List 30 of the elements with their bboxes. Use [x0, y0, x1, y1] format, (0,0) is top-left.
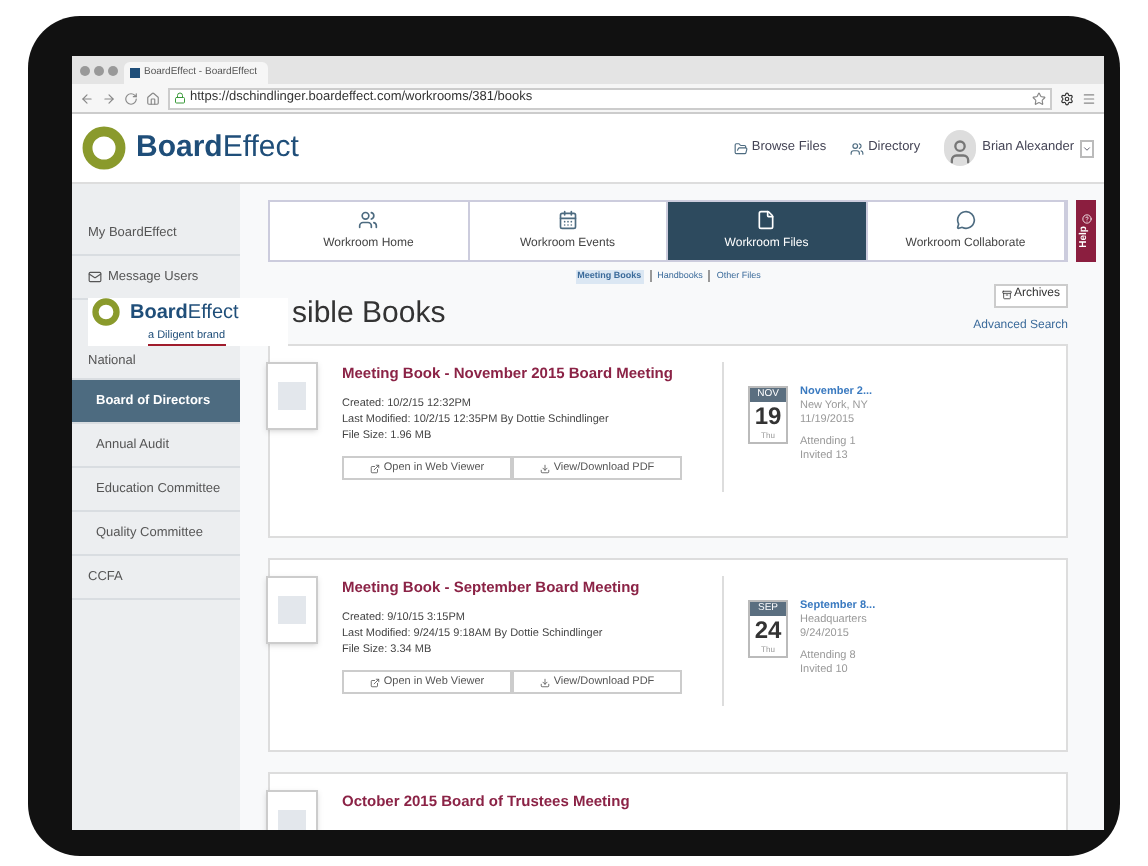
favicon-icon — [130, 68, 140, 78]
settings-icon[interactable] — [1060, 91, 1074, 105]
menu-icon[interactable] — [1082, 91, 1096, 105]
download-icon — [539, 463, 550, 473]
caret-icon — [1082, 143, 1092, 153]
back-icon[interactable] — [80, 91, 94, 105]
events-tab-icon — [557, 209, 578, 229]
ring-logo-icon — [82, 126, 126, 170]
files-tab-icon — [756, 209, 777, 229]
lock-icon — [174, 92, 186, 104]
ring-logo-icon — [92, 298, 120, 327]
external-link-icon — [369, 463, 380, 473]
download-icon — [539, 677, 550, 687]
page-title: sible Books — [292, 294, 446, 335]
reload-icon[interactable] — [124, 91, 138, 105]
user-menu-button[interactable] — [1080, 139, 1094, 157]
people-icon — [850, 141, 865, 155]
help-icon — [1081, 214, 1091, 225]
folder-icon — [733, 141, 748, 155]
envelope-icon — [88, 270, 102, 284]
collaborate-tab-icon — [955, 209, 976, 229]
forward-icon[interactable] — [102, 91, 116, 105]
external-link-icon — [369, 677, 380, 687]
logo-wordmark: BoardEffect — [130, 299, 239, 328]
star-icon[interactable] — [1032, 91, 1046, 105]
home-icon[interactable] — [146, 91, 160, 105]
logo-wordmark: BoardEffect — [136, 127, 299, 168]
archive-box-icon — [1001, 290, 1012, 301]
home-tab-icon — [358, 209, 379, 229]
avatar-silhouette — [944, 130, 977, 166]
